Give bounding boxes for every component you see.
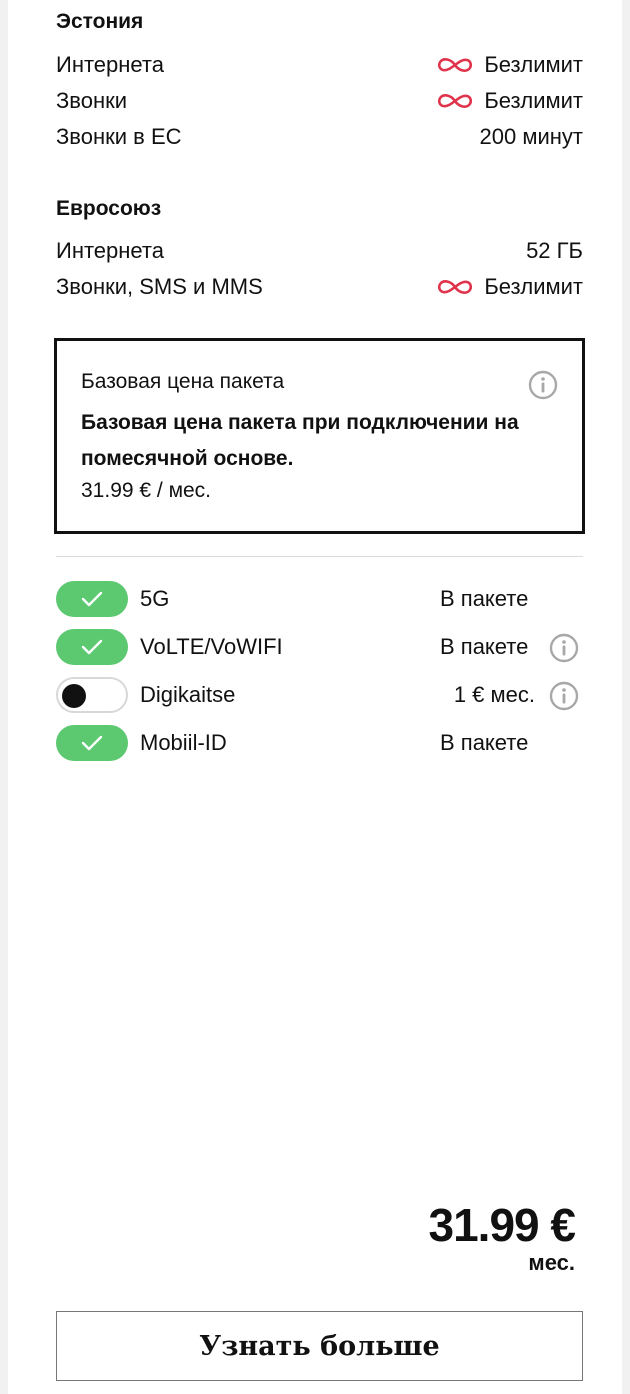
base-price-description: Базовая цена пакета при подключении на п…	[81, 411, 519, 470]
row-value: Безлимит	[484, 274, 583, 299]
service-state: В пакете	[440, 634, 529, 659]
base-price-value: 31.99 € / мес.	[81, 479, 212, 502]
divider	[56, 556, 583, 557]
row-label: Звонки	[56, 88, 128, 113]
toggle-knob	[62, 684, 86, 708]
estonia-eu-calls-row: Звонки в ЕС 200 минут	[56, 122, 583, 152]
service-state: В пакете	[440, 586, 529, 611]
estonia-section-title: Эстония	[56, 10, 144, 33]
estonia-internet-row: Интернета Безлимит	[56, 50, 583, 80]
service-state: В пакете	[440, 730, 529, 755]
toggle-digikaitse[interactable]	[56, 677, 128, 713]
base-price-box: Базовая цена пакета Базовая цена пакета …	[54, 338, 585, 534]
info-icon[interactable]	[527, 369, 559, 401]
info-icon[interactable]	[548, 680, 580, 712]
eu-calls-sms-row: Звонки, SMS и MMS Безлимит	[56, 272, 583, 302]
infinity-icon	[438, 280, 473, 294]
estonia-calls-row: Звонки Безлимит	[56, 86, 583, 116]
toggle-volte[interactable]	[56, 629, 128, 665]
service-digikaitse: Digikaitse 1 € мес.	[56, 677, 586, 715]
service-mobiil-id: Mobiil-ID В пакете	[56, 725, 586, 763]
service-name: Digikaitse	[140, 682, 236, 707]
plan-card: Эстония Интернета Безлимит Звонки Безлим…	[8, 0, 622, 1394]
row-value: 52 ГБ	[526, 238, 583, 263]
learn-more-button[interactable]: Узнать больше	[56, 1311, 583, 1381]
row-label: Звонки, SMS и MMS	[56, 274, 263, 299]
service-name: Mobiil-ID	[140, 730, 227, 755]
eu-section-title: Евросоюз	[56, 197, 162, 220]
info-icon[interactable]	[548, 632, 580, 664]
row-label: Интернета	[56, 238, 164, 263]
row-value: 200 минут	[479, 124, 583, 149]
check-icon	[81, 591, 103, 607]
row-value: Безлимит	[484, 88, 583, 113]
base-price-title: Базовая цена пакета	[81, 370, 285, 393]
row-value: Безлимит	[484, 52, 583, 77]
service-5g: 5G В пакете	[56, 581, 586, 619]
total-price: 31.99 €	[428, 1199, 576, 1251]
service-state: 1 € мес.	[453, 682, 535, 707]
service-name: 5G	[140, 586, 170, 611]
service-name: VoLTE/VoWIFI	[140, 634, 283, 659]
row-label: Звонки в ЕС	[56, 124, 182, 149]
toggle-mobiil-id[interactable]	[56, 725, 128, 761]
check-icon	[81, 735, 103, 751]
toggle-5g[interactable]	[56, 581, 128, 617]
infinity-icon	[438, 94, 473, 108]
eu-internet-row: Интернета 52 ГБ	[56, 236, 583, 266]
service-volte: VoLTE/VoWIFI В пакете	[56, 629, 586, 667]
infinity-icon	[438, 58, 473, 72]
check-icon	[81, 639, 103, 655]
total-price-unit: мес.	[528, 1250, 575, 1275]
row-label: Интернета	[56, 52, 164, 77]
